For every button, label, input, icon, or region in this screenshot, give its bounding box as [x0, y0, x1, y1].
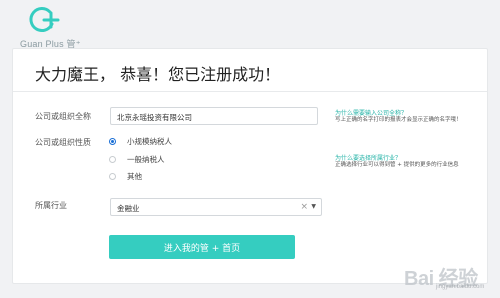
radio-unchecked-icon[interactable]: [109, 172, 116, 180]
enter-home-button[interactable]: 进入我的管 + 首页: [109, 235, 295, 259]
company-nature-label: 公司或组织性质: [35, 138, 91, 147]
guan-plus-logo-icon: [29, 7, 60, 32]
nature-option-general[interactable]: 一般纳税人: [109, 153, 165, 165]
company-name-help-text: 写上正确的名字打印的报表才会显示正确的名字哦！: [335, 117, 462, 123]
industry-help-text: 正确选择行业可以得到管 + 提供的更多的行业信息: [335, 162, 459, 168]
industry-selected-value: 金融业: [117, 204, 140, 213]
industry-select[interactable]: 金融业 × ▼: [110, 198, 322, 216]
nature-option-small-scale[interactable]: 小规模纳税人: [109, 135, 172, 147]
radio-checked-icon[interactable]: [109, 137, 116, 145]
nature-option-other[interactable]: 其他: [109, 170, 142, 182]
brand-logo: Guan Plus 管⁺: [20, 4, 110, 49]
nature-option-label: 一般纳税人: [127, 154, 165, 164]
title-divider: [13, 91, 487, 92]
registration-success-card: 大力魔王， 恭喜！您已注册成功！ 公司或组织全称 北京永瑶投资有限公司 公司或组…: [12, 48, 488, 284]
clear-icon[interactable]: ×: [300, 202, 308, 212]
page-title: 大力魔王， 恭喜！您已注册成功！: [35, 65, 281, 84]
nature-option-label: 其他: [127, 171, 142, 181]
industry-label: 所属行业: [35, 201, 67, 210]
baidu-jingyan-watermark: Bai 经验 jingyan.baidu.com: [384, 260, 494, 294]
watermark-sub-text: jingyan.baidu.com: [436, 284, 485, 290]
company-name-label: 公司或组织全称: [35, 112, 91, 121]
nature-option-label: 小规模纳税人: [127, 136, 172, 146]
company-name-input[interactable]: 北京永瑶投资有限公司: [110, 107, 318, 125]
chevron-down-icon[interactable]: ▼: [311, 203, 316, 210]
radio-unchecked-icon[interactable]: [109, 155, 116, 163]
